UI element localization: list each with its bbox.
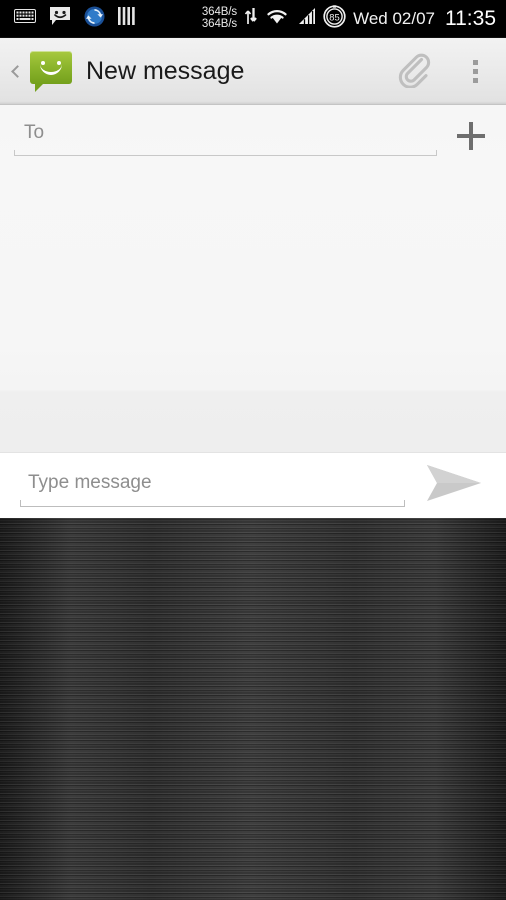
message-underline <box>20 499 405 507</box>
message-placeholder: Type message <box>28 471 152 493</box>
network-speed-down: 364B/s <box>201 6 238 18</box>
overflow-menu-button[interactable] <box>444 38 506 105</box>
overflow-menu-icon <box>472 59 478 83</box>
message-input[interactable]: Type message <box>20 465 405 507</box>
keyboard-icon <box>14 9 36 28</box>
compose-row: Type message <box>0 452 506 518</box>
recipient-underline <box>14 150 437 156</box>
cell-signal-icon <box>296 7 316 30</box>
status-bar-system-icons: 364B/s 364B/s 85 Wed 02/07 11:35 <box>201 4 506 33</box>
updown-arrows-icon <box>244 6 258 31</box>
battery-icon: 85 <box>323 4 346 33</box>
status-bar-clock: 11:35 <box>445 6 496 30</box>
messaging-app-icon <box>30 51 72 92</box>
back-button[interactable] <box>6 64 28 78</box>
bubble-smile-icon <box>40 64 62 75</box>
bars-icon <box>118 7 135 30</box>
status-bar: 364B/s 364B/s 85 Wed 02/07 11:35 <box>0 0 506 38</box>
action-bar: New message <box>0 38 506 105</box>
paperclip-icon <box>394 50 432 93</box>
voice-input-keyboard: EN T <box>0 518 506 900</box>
network-speed: 364B/s 364B/s <box>201 6 238 30</box>
page-title: New message <box>86 56 245 85</box>
recipient-input[interactable]: To <box>14 116 437 156</box>
recipient-placeholder: To <box>24 122 45 143</box>
add-contact-plus-icon <box>457 122 485 150</box>
back-chevron-icon <box>10 64 24 78</box>
phone-screen: 364B/s 364B/s 85 Wed 02/07 11:35 New mes… <box>0 0 506 900</box>
send-arrow-icon <box>424 462 484 509</box>
recipient-row: To <box>0 105 506 167</box>
battery-percent-text: 85 <box>329 11 339 22</box>
messaging-smiley-icon <box>49 6 71 31</box>
conversation-area <box>0 167 506 452</box>
status-bar-notification-icons <box>0 6 135 32</box>
sync-globe-icon <box>84 6 105 32</box>
send-button[interactable] <box>415 462 493 509</box>
messaging-bubble-icon <box>30 51 72 92</box>
wifi-icon <box>265 7 289 30</box>
action-bar-buttons <box>382 38 506 105</box>
network-speed-up: 364B/s <box>201 17 238 30</box>
add-contact-button[interactable] <box>443 108 499 164</box>
status-bar-date: Wed 02/07 <box>353 8 435 28</box>
attach-button[interactable] <box>382 38 444 105</box>
